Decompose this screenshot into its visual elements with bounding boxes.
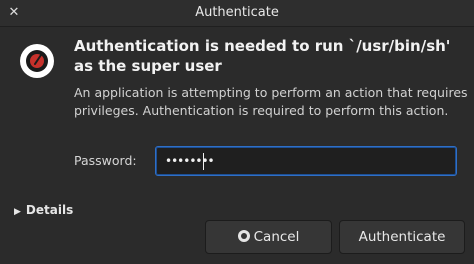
expander-arrow-icon: ▶ [14,207,21,217]
text-caret [203,153,204,170]
cancel-button[interactable]: Cancel [205,220,332,254]
details-label: Details [25,203,74,217]
cancel-label: Cancel [253,229,300,245]
password-label: Password: [74,153,137,168]
password-field[interactable]: •••••••• [155,146,457,176]
details-expander[interactable]: ▶ Details [14,203,73,217]
cancel-icon [237,230,250,242]
dialog-heading: Authentication is needed to run `/usr/bi… [74,37,451,75]
authenticate-label: Authenticate [358,229,446,245]
password-value: •••••••• [165,154,215,168]
window-title: Authenticate [195,5,279,20]
app-badge-icon [20,44,54,78]
dialog-description: An application is attempting to perform … [74,85,468,118]
authenticate-button[interactable]: Authenticate [339,220,465,254]
title-bar: ✕ Authenticate [0,0,474,27]
